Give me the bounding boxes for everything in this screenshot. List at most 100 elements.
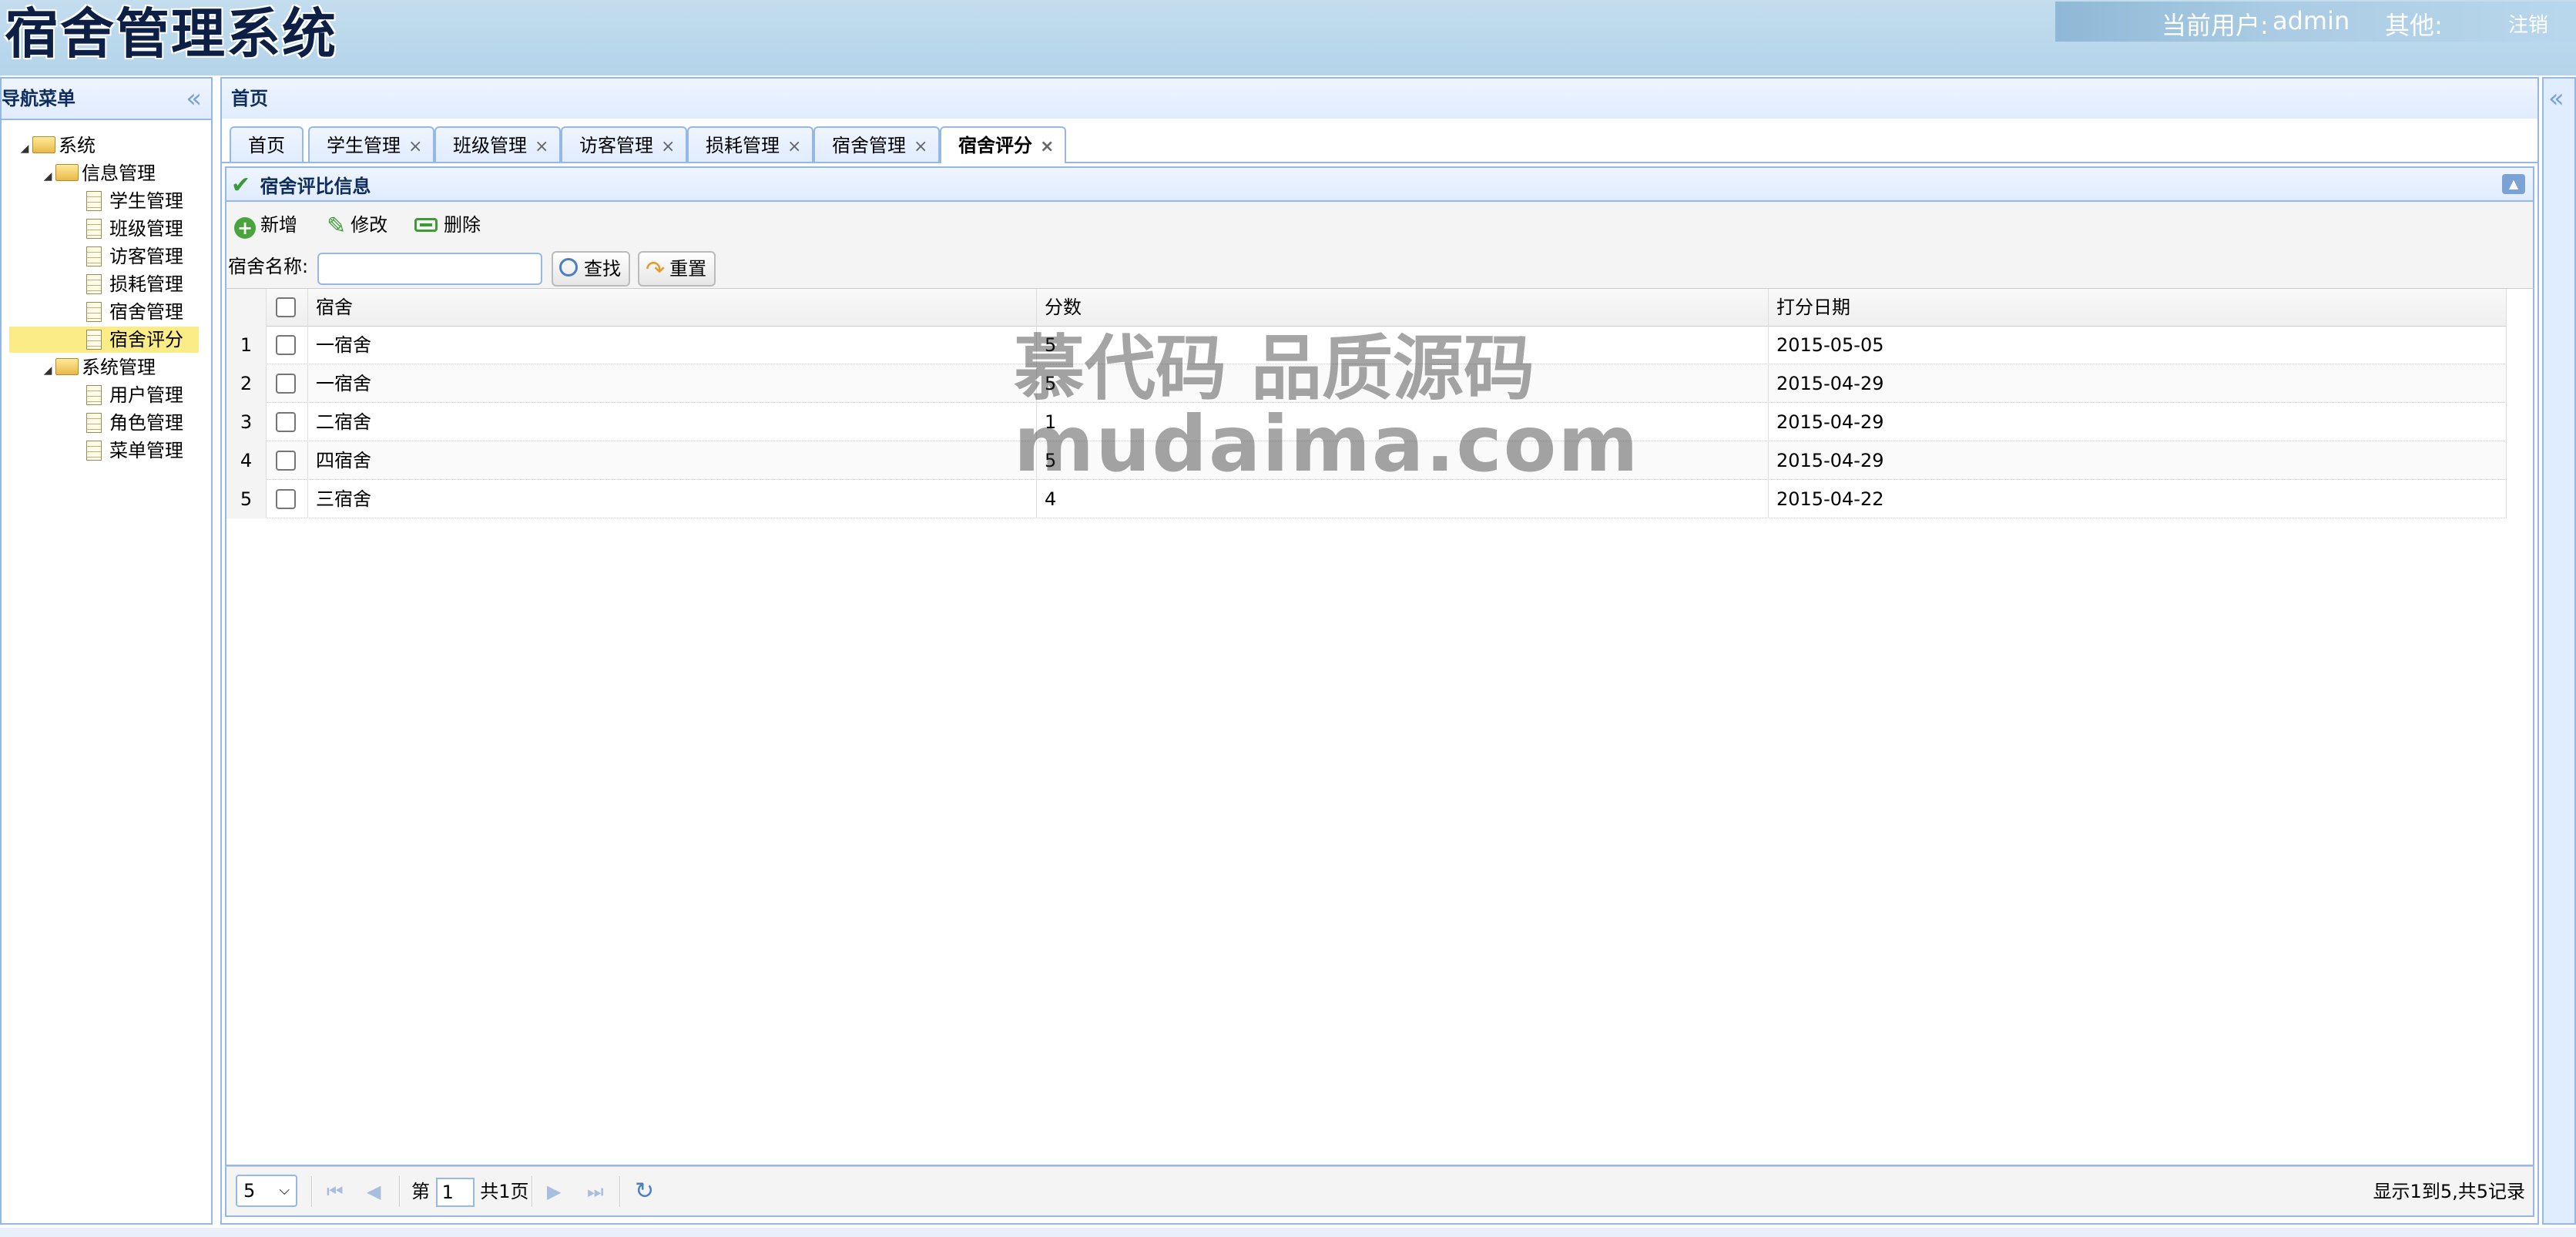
select-all-checkbox[interactable] xyxy=(276,297,296,317)
logout-link[interactable]: 注销 xyxy=(2508,9,2548,38)
prev-page-button[interactable]: ◀ xyxy=(367,1175,381,1209)
tab[interactable]: 宿舍管理 × xyxy=(813,126,941,162)
close-icon[interactable]: × xyxy=(661,137,675,156)
tab[interactable]: 首页 xyxy=(230,126,304,162)
expand-toggle-icon[interactable]: ◢ xyxy=(17,136,32,162)
add-button[interactable]: + 新增 xyxy=(234,211,297,239)
nav-panel-header: 导航菜单 « xyxy=(2,79,211,120)
search-button[interactable]: 查找 xyxy=(552,251,630,287)
expand-toggle-icon[interactable]: ◢ xyxy=(40,163,55,189)
column-header-score[interactable]: 分数 xyxy=(1037,289,1769,326)
collapse-right-icon[interactable]: « xyxy=(2548,83,2564,114)
collapse-left-icon[interactable]: « xyxy=(186,79,202,119)
tab-label: 访客管理 xyxy=(579,135,653,156)
select-all-cell xyxy=(267,289,308,326)
app-title: 宿舍管理系统 xyxy=(5,2,337,65)
folder-icon xyxy=(55,358,79,375)
nav-item[interactable]: 宿舍管理 xyxy=(86,299,183,325)
last-page-button[interactable]: ⏭ xyxy=(587,1175,604,1209)
pager-summary: 显示1到5,共5记录 xyxy=(2373,1181,2525,1202)
tab[interactable]: 学生管理 × xyxy=(308,126,435,162)
nav-item[interactable]: 访客管理 xyxy=(86,243,183,270)
close-icon[interactable]: × xyxy=(914,137,927,156)
next-page-button[interactable]: ▶ xyxy=(547,1175,561,1209)
page-number-input[interactable]: 1 xyxy=(435,1178,475,1207)
file-icon xyxy=(86,246,102,267)
close-icon[interactable]: × xyxy=(408,137,422,156)
row-checkbox-cell xyxy=(267,480,308,518)
page-size-select[interactable]: 5 ⌵ xyxy=(236,1175,297,1209)
first-page-button[interactable]: ⏮ xyxy=(327,1175,344,1209)
nav-panel-title: 导航菜单 xyxy=(2,88,75,109)
tab[interactable]: 班级管理 × xyxy=(434,126,562,162)
nav-item[interactable]: 损耗管理 xyxy=(86,271,183,297)
next-page-icon: ▶ xyxy=(547,1181,562,1202)
file-icon xyxy=(86,219,102,239)
row-checkbox[interactable] xyxy=(276,489,296,509)
tab-label: 班级管理 xyxy=(453,135,527,156)
collapse-panel-icon[interactable]: ▲ xyxy=(2502,174,2525,194)
tab[interactable]: 损耗管理 × xyxy=(687,126,814,162)
edit-button[interactable]: ✎ 修改 xyxy=(327,211,387,240)
folder-icon xyxy=(55,164,79,181)
pager-separator xyxy=(532,1176,533,1207)
table-row[interactable]: 4 四宿舍 5 2015-04-29 xyxy=(226,441,2507,480)
chevron-down-icon: ⌵ xyxy=(279,1182,290,1198)
cell-score: 5 xyxy=(1037,441,1769,480)
close-icon[interactable]: × xyxy=(1040,137,1054,156)
file-icon xyxy=(86,274,102,294)
nav-item[interactable]: 角色管理 xyxy=(86,410,183,436)
nav-item[interactable]: ◢ 信息管理 xyxy=(40,160,156,186)
nav-item-label: 系统管理 xyxy=(82,357,156,378)
delete-button[interactable]: 删除 xyxy=(414,211,481,239)
nav-item-label: 学生管理 xyxy=(109,190,183,212)
dorm-rating-panel-title: 宿舍评比信息 xyxy=(260,176,371,197)
tab[interactable]: 访客管理 × xyxy=(561,126,688,162)
table-row[interactable]: 5 三宿舍 4 2015-04-22 xyxy=(226,480,2507,518)
nav-item[interactable]: 菜单管理 xyxy=(86,437,183,464)
cell-score: 4 xyxy=(1037,480,1769,518)
nav-item[interactable]: ◢ 系统管理 xyxy=(40,354,156,380)
nav-item[interactable]: 宿舍评分 xyxy=(9,327,199,353)
nav-item-label: 访客管理 xyxy=(109,246,183,267)
add-icon: + xyxy=(234,217,256,239)
tab[interactable]: 宿舍评分 × xyxy=(940,126,1067,163)
row-checkbox[interactable] xyxy=(276,412,296,432)
pager-separator xyxy=(399,1176,401,1207)
nav-item-label: 系统 xyxy=(59,135,96,156)
nav-item[interactable]: 用户管理 xyxy=(86,382,183,408)
refresh-button[interactable]: ↻ xyxy=(635,1175,654,1209)
current-user-name: admin xyxy=(2272,6,2350,35)
dorm-name-input[interactable] xyxy=(317,253,542,285)
row-number: 4 xyxy=(226,441,267,480)
column-header-date[interactable]: 打分日期 xyxy=(1769,289,2507,326)
table-row[interactable]: 3 二宿舍 1 2015-04-29 xyxy=(226,403,2507,441)
close-icon[interactable]: × xyxy=(535,137,548,156)
row-checkbox-cell xyxy=(267,364,308,403)
reset-button[interactable]: ↷ 重置 xyxy=(638,251,716,287)
column-header-dorm[interactable]: 宿舍 xyxy=(308,289,1037,326)
footer-strip xyxy=(0,1228,2576,1237)
row-checkbox[interactable] xyxy=(276,335,296,355)
user-bar: 当前用户: admin 其他: 注销 xyxy=(2055,2,2576,42)
main-panel: 首页 首页 学生管理 × 班级管理 × 访客管理 × 损耗管理 × 宿舍管理 × 宿舍评分 × ✔ 宿舍… xyxy=(220,77,2539,1225)
row-checkbox[interactable] xyxy=(276,374,296,394)
table-row[interactable]: 1 一宿舍 5 2015-05-05 xyxy=(226,326,2507,364)
page-prefix: 第 xyxy=(411,1181,430,1202)
tab-label: 首页 xyxy=(248,135,285,156)
nav-item[interactable]: ◢ 系统 xyxy=(17,132,96,159)
row-checkbox[interactable] xyxy=(276,451,296,471)
row-number-header xyxy=(226,289,267,326)
folder-icon xyxy=(32,136,55,153)
table-row[interactable]: 2 一宿舍 5 2015-04-29 xyxy=(226,364,2507,403)
grid-header-row: 宿舍 分数 打分日期 xyxy=(226,289,2507,327)
dorm-name-label: 宿舍名称: xyxy=(228,256,309,277)
expand-toggle-icon[interactable]: ◢ xyxy=(40,357,55,384)
cell-dorm: 四宿舍 xyxy=(308,441,1037,480)
delete-icon xyxy=(414,218,438,232)
nav-item[interactable]: 班级管理 xyxy=(86,216,183,242)
close-icon[interactable]: × xyxy=(787,137,801,156)
nav-item[interactable]: 学生管理 xyxy=(86,188,183,214)
grid-toolbar: + 新增 ✎ 修改 删除 宿舍名称: 查找 ↷ 重置 xyxy=(225,202,2534,288)
nav-item-label: 班级管理 xyxy=(109,218,183,240)
